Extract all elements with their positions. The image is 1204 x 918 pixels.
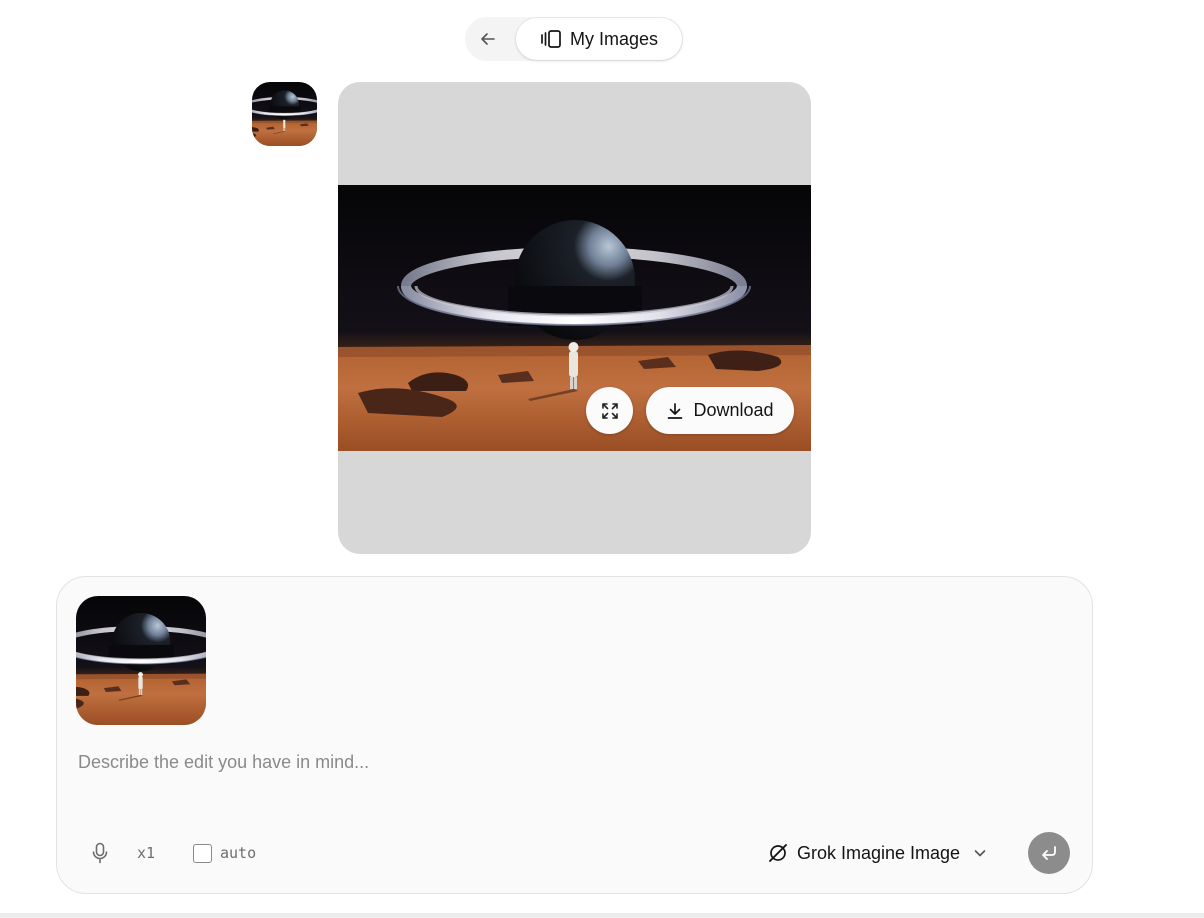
model-selector[interactable]: Grok Imagine Image [767, 838, 988, 868]
page-bottom-divider [0, 913, 1204, 918]
microphone-button[interactable] [85, 838, 115, 868]
expand-arrows-icon [601, 402, 618, 419]
expand-button[interactable] [586, 387, 633, 434]
enter-return-icon [1042, 846, 1056, 860]
top-navigation: My Images [465, 17, 683, 61]
download-icon [668, 402, 683, 419]
auto-label: auto [220, 844, 257, 862]
attached-image-preview [76, 596, 206, 725]
auto-toggle[interactable]: auto [193, 841, 256, 865]
image-preview-panel: Download [338, 82, 811, 554]
thumbnail-image [252, 82, 317, 146]
download-button[interactable]: Download [646, 387, 794, 434]
attached-image[interactable] [76, 596, 206, 725]
submit-button[interactable] [1028, 832, 1070, 874]
arrow-left-icon [481, 33, 495, 45]
download-label: Download [693, 400, 774, 420]
edit-prompt-input[interactable] [78, 747, 1058, 777]
chevron-down-icon [974, 850, 986, 857]
my-images-button[interactable]: My Images [516, 18, 682, 60]
auto-checkbox[interactable] [193, 843, 212, 863]
gallery-carousel-icon [541, 30, 561, 48]
image-thumbnail[interactable] [252, 82, 317, 146]
model-label: Grok Imagine Image [797, 842, 961, 863]
my-images-label: My Images [569, 28, 659, 49]
edit-composer: x1 auto Grok Imagine Image [56, 576, 1093, 894]
grok-logo-icon [769, 844, 787, 862]
back-button[interactable] [465, 17, 511, 61]
image-count-button[interactable]: x1 [137, 841, 155, 865]
microphone-icon [92, 842, 108, 864]
